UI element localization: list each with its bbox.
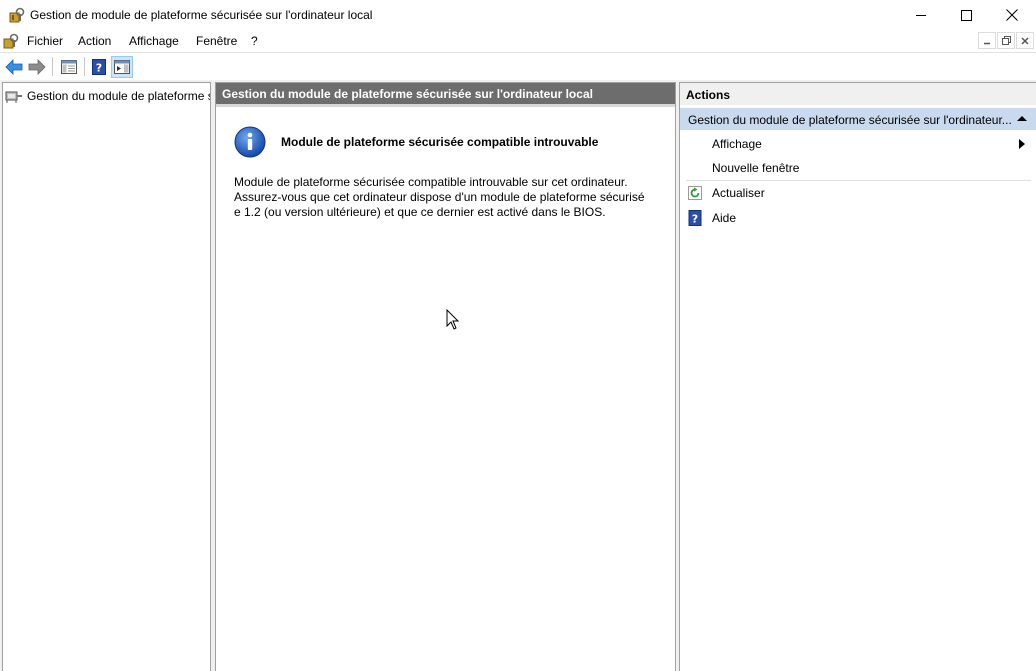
action-label: Aide [712, 211, 737, 225]
mmc-document-icon[interactable] [3, 33, 19, 49]
mouse-cursor-icon [446, 309, 460, 330]
info-body-line: e 1.2 (ou version ultérieure) et que ce … [234, 205, 606, 219]
console-tree-pane[interactable]: Gestion du module de plateforme s [2, 82, 211, 671]
actions-pane: Actions Gestion du module de plateforme … [679, 82, 1036, 671]
back-arrow-icon [5, 59, 23, 75]
menu-affichage[interactable]: Affichage [129, 34, 179, 48]
work-area: Gestion du module de plateforme s Gestio… [0, 80, 1036, 671]
refresh-icon [688, 186, 702, 200]
action-aide[interactable]: ? Aide [680, 207, 1036, 229]
show-hide-console-tree-button[interactable] [58, 56, 80, 78]
actions-divider [686, 180, 1031, 181]
help-button[interactable]: ? [88, 56, 110, 78]
action-label: Actualiser [712, 186, 765, 200]
help-icon: ? [92, 59, 106, 75]
toolbar-separator [52, 57, 53, 76]
help-icon: ? [688, 210, 702, 226]
mdi-minimize-button[interactable] [978, 32, 996, 49]
menu-action[interactable]: Action [78, 34, 111, 48]
collapse-caret-icon[interactable] [1017, 115, 1027, 122]
title-bar: Gestion de module de plateforme sécurisé… [0, 0, 1036, 30]
tree-item-label: Gestion du module de plateforme s [27, 89, 211, 103]
show-hide-console-tree-icon [61, 60, 77, 74]
menu-fenetre[interactable]: Fenêtre [196, 34, 237, 48]
actions-section-title: Gestion du module de plateforme sécurisé… [688, 113, 1012, 127]
result-pane: Gestion du module de plateforme sécurisé… [215, 82, 676, 671]
minimize-icon [915, 14, 926, 16]
close-button[interactable] [989, 0, 1035, 30]
tpm-app-icon [9, 7, 25, 23]
mdi-close-button[interactable] [1016, 32, 1034, 49]
svg-text:?: ? [96, 62, 102, 75]
mdi-restore-button[interactable] [997, 32, 1015, 49]
close-icon [1006, 9, 1018, 21]
minimize-button[interactable] [898, 0, 944, 30]
actions-header: Actions [680, 83, 1036, 105]
back-button[interactable] [3, 56, 25, 78]
maximize-icon [960, 9, 972, 21]
menu-bar: Fichier Action Affichage Fenêtre ? [0, 30, 1036, 52]
toolbar: ? [0, 52, 1036, 79]
actions-section-header[interactable]: Gestion du module de plateforme sécurisé… [680, 108, 1036, 130]
info-body-line: Assurez-vous que cet ordinateur dispose … [234, 190, 645, 204]
maximize-button[interactable] [943, 0, 989, 30]
result-pane-header: Gestion du module de plateforme sécurisé… [216, 83, 675, 104]
mdi-window-controls [977, 32, 1034, 49]
action-nouvelle-fenetre[interactable]: Nouvelle fenêtre [680, 157, 1036, 179]
restore-icon [1001, 36, 1011, 45]
svg-text:?: ? [692, 213, 698, 226]
tree-item-tpm-root[interactable]: Gestion du module de plateforme s [5, 87, 211, 105]
action-label: Affichage [712, 137, 762, 151]
close-icon [1021, 36, 1029, 45]
menu-help[interactable]: ? [251, 34, 258, 48]
show-hide-action-pane-icon [114, 60, 130, 74]
header-divider [216, 104, 675, 107]
info-title: Module de plateforme sécurisée compatibl… [281, 135, 599, 149]
minimize-icon [984, 42, 990, 44]
menu-fichier[interactable]: Fichier [27, 34, 63, 48]
action-label: Nouvelle fenêtre [712, 161, 800, 175]
show-hide-action-pane-button[interactable] [111, 56, 133, 78]
forward-button[interactable] [26, 56, 48, 78]
info-body: Module de plateforme sécurisée compatibl… [234, 175, 654, 220]
toolbar-separator [84, 57, 85, 76]
window-title: Gestion de module de plateforme sécurisé… [30, 8, 373, 22]
info-body-line: Module de plateforme sécurisée compatibl… [234, 175, 628, 189]
action-affichage[interactable]: Affichage [680, 133, 1036, 155]
tpm-snapin-icon [5, 91, 22, 103]
info-icon [234, 126, 266, 158]
forward-arrow-icon [28, 59, 46, 75]
action-actualiser[interactable]: Actualiser [680, 182, 1036, 204]
submenu-arrow-icon [1019, 139, 1025, 149]
